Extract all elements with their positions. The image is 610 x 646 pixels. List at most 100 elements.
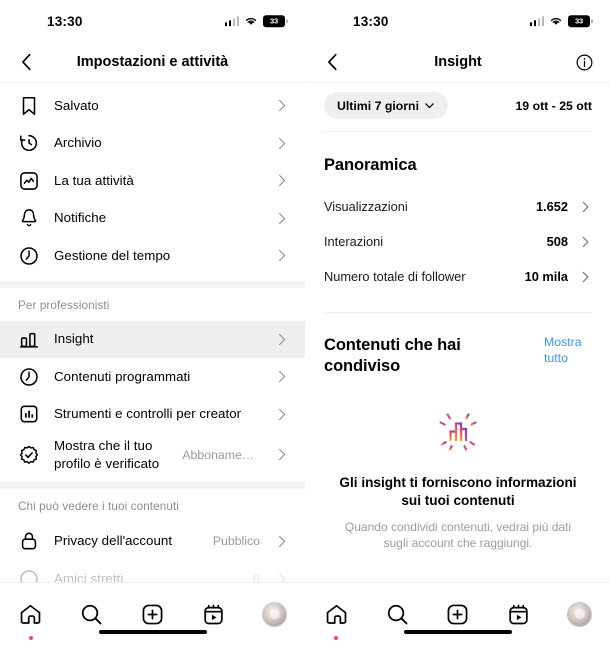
right-phone-screen: 13:30 33 Insight Ultimi 7 giorni 19 ott … bbox=[305, 0, 610, 646]
sidebar-item-gestione-del-tempo[interactable]: Gestione del tempo bbox=[0, 237, 305, 275]
tab-search[interactable] bbox=[367, 595, 428, 635]
clock-icon bbox=[20, 246, 38, 265]
row-label: Archivio bbox=[54, 135, 102, 151]
chevron-right-icon bbox=[279, 371, 286, 383]
status-indicators: 33 bbox=[529, 15, 593, 27]
create-plus-icon bbox=[448, 604, 468, 625]
clock-icon bbox=[20, 367, 38, 386]
profile-avatar-icon bbox=[567, 602, 593, 627]
bell-icon bbox=[21, 209, 37, 227]
insights-sparkle-chart-icon bbox=[437, 410, 479, 454]
chevron-right-icon bbox=[279, 250, 286, 262]
sidebar-item-archivio[interactable]: Archivio bbox=[0, 125, 305, 163]
tab-bar-left bbox=[0, 582, 305, 646]
stat-label: Visualizzazioni bbox=[324, 199, 408, 214]
shared-content-title: Contenuti che hai condiviso bbox=[324, 336, 461, 375]
home-indicator bbox=[404, 629, 512, 634]
show-all-link[interactable]: Mostra tutto bbox=[544, 335, 592, 367]
section-header-professionisti: Per professionisti bbox=[18, 298, 110, 312]
section-divider bbox=[0, 482, 305, 490]
row-label: Gestione del tempo bbox=[54, 247, 171, 263]
stat-label: Numero totale di follower bbox=[324, 269, 466, 284]
tab-reels[interactable] bbox=[488, 595, 549, 635]
tab-create[interactable] bbox=[428, 595, 489, 635]
row-label: La tua attività bbox=[54, 172, 134, 188]
back-chevron-icon[interactable] bbox=[16, 51, 38, 73]
date-range-dropdown[interactable]: Ultimi 7 giorni bbox=[324, 92, 448, 119]
date-range-value: 19 ott - 25 ott bbox=[515, 98, 592, 113]
stat-row-follower[interactable]: Numero totale di follower 10 mila bbox=[306, 259, 610, 294]
sidebar-item-profilo-verificato[interactable]: Mostra che il tuo profilo è verificato A… bbox=[0, 433, 305, 476]
section-header-privacy: Chi può vedere i tuoi contenuti bbox=[18, 500, 179, 514]
insights-filter-bar: Ultimi 7 giorni 19 ott - 25 ott bbox=[306, 83, 610, 131]
empty-state-subtitle: Quando condividi contenuti, vedrai più d… bbox=[344, 520, 572, 551]
tab-reels[interactable] bbox=[183, 595, 244, 635]
create-plus-icon bbox=[142, 604, 163, 625]
chevron-right-icon bbox=[279, 408, 286, 420]
reels-icon bbox=[204, 604, 223, 625]
sidebar-item-insight[interactable]: Insight bbox=[0, 320, 305, 358]
info-circle-icon[interactable] bbox=[575, 53, 594, 72]
reels-icon bbox=[509, 604, 528, 625]
dual-screen-container: 13:30 33 Impostazioni e attività Salvato… bbox=[0, 0, 610, 646]
activity-chart-icon bbox=[20, 171, 38, 190]
bookmark-icon bbox=[22, 96, 36, 115]
archive-clock-icon bbox=[19, 135, 38, 152]
chevron-right-icon bbox=[582, 201, 589, 212]
profile-avatar-icon bbox=[262, 602, 287, 627]
creator-tools-icon bbox=[20, 405, 38, 423]
cellular-signal-icon bbox=[224, 16, 239, 26]
chevron-right-icon bbox=[279, 535, 286, 547]
lock-icon bbox=[21, 532, 37, 550]
chevron-right-icon bbox=[279, 137, 286, 149]
row-value: Pubblico bbox=[212, 534, 260, 549]
insights-bars-icon bbox=[19, 333, 39, 348]
tab-create[interactable] bbox=[122, 595, 183, 635]
stat-label: Interazioni bbox=[324, 234, 384, 249]
chevron-right-icon bbox=[279, 333, 286, 345]
row-label: Contenuti programmati bbox=[54, 368, 191, 384]
status-time: 13:30 bbox=[47, 13, 83, 29]
wifi-icon bbox=[550, 18, 562, 26]
date-range-dropdown-label: Ultimi 7 giorni bbox=[337, 98, 419, 113]
tab-search[interactable] bbox=[61, 595, 122, 635]
left-phone-screen: 13:30 33 Impostazioni e attività Salvato… bbox=[0, 0, 305, 646]
search-icon bbox=[81, 604, 102, 625]
sidebar-item-la-tua-attivita[interactable]: La tua attività bbox=[0, 162, 305, 200]
row-value: Abbonamento non sotto... bbox=[182, 447, 260, 462]
home-indicator bbox=[98, 629, 207, 634]
chevron-right-icon bbox=[582, 271, 589, 282]
row-label: Salvato bbox=[54, 97, 99, 113]
sidebar-item-notifiche[interactable]: Notifiche bbox=[0, 200, 305, 238]
stat-value: 1.652 bbox=[535, 199, 568, 214]
tab-home[interactable] bbox=[306, 595, 367, 640]
tab-profile[interactable] bbox=[549, 595, 610, 635]
stat-row-visualizzazioni[interactable]: Visualizzazioni 1.652 bbox=[306, 189, 610, 224]
sidebar-item-privacy-account[interactable]: Privacy dell'account Pubblico bbox=[0, 522, 305, 560]
row-label: Strumenti e controlli per creator bbox=[54, 406, 242, 422]
page-title: Impostazioni e attività bbox=[76, 54, 229, 70]
stat-row-interazioni[interactable]: Interazioni 508 bbox=[306, 224, 610, 259]
sidebar-item-salvato[interactable]: Salvato bbox=[0, 87, 305, 125]
sidebar-item-contenuti-programmati[interactable]: Contenuti programmati bbox=[0, 358, 305, 396]
tab-profile[interactable] bbox=[244, 595, 305, 635]
settings-list: Salvato Archivio La tua attività Notific… bbox=[0, 83, 305, 597]
stat-value: 508 bbox=[546, 234, 568, 249]
overview-title: Panoramica bbox=[324, 156, 417, 174]
chevron-right-icon bbox=[279, 175, 286, 187]
shared-content-header: Contenuti che hai condiviso Mostra tutto bbox=[306, 313, 610, 376]
battery-indicator: 33 bbox=[568, 15, 593, 27]
tab-home[interactable] bbox=[0, 595, 61, 640]
empty-state: Gli insight ti forniscono informazioni s… bbox=[306, 376, 610, 551]
wifi-icon bbox=[245, 18, 257, 26]
row-label: Privacy dell'account bbox=[54, 533, 173, 549]
back-chevron-icon[interactable] bbox=[322, 51, 344, 73]
empty-state-title: Gli insight ti forniscono informazioni s… bbox=[339, 475, 577, 509]
status-bar-right: 13:30 33 bbox=[306, 0, 610, 42]
search-icon bbox=[387, 604, 408, 625]
verified-badge-icon bbox=[19, 445, 39, 464]
battery-indicator: 33 bbox=[263, 15, 288, 27]
sidebar-item-strumenti-creator[interactable]: Strumenti e controlli per creator bbox=[0, 396, 305, 434]
tab-bar-right bbox=[306, 582, 610, 646]
chevron-right-icon bbox=[582, 236, 589, 247]
